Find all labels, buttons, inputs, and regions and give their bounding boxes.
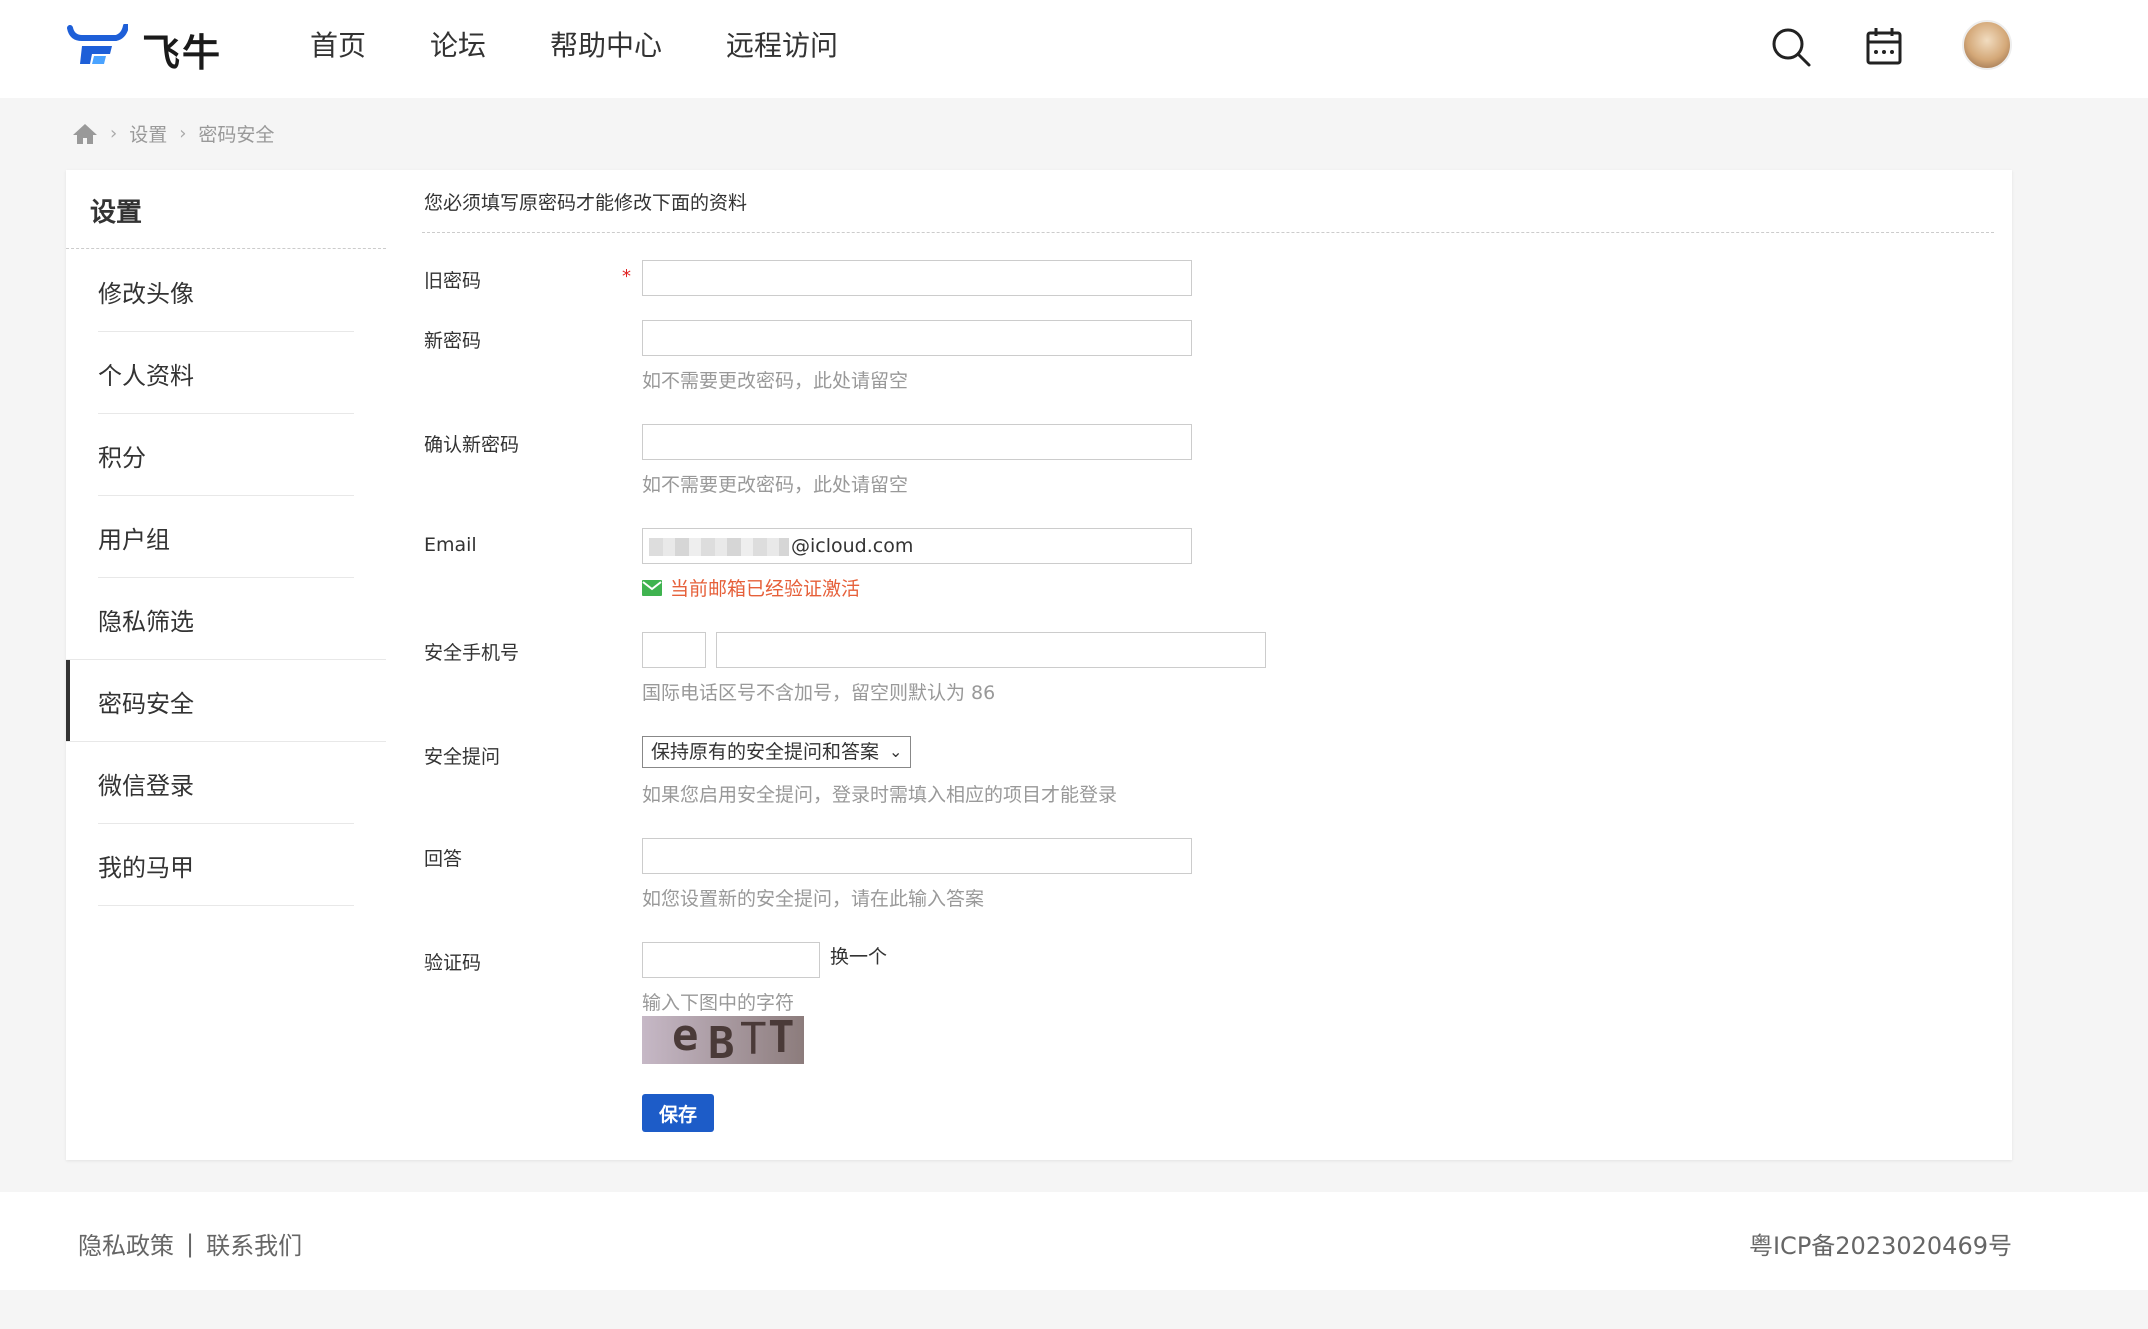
- search-icon[interactable]: [1770, 26, 1812, 68]
- sidebar-item-label: 修改头像: [98, 280, 194, 308]
- nav-remote-access[interactable]: 远程访问: [726, 26, 838, 66]
- sidebar-item-label: 微信登录: [98, 772, 194, 800]
- new-password-input[interactable]: [642, 320, 1192, 356]
- captcha-char: e: [672, 1016, 699, 1061]
- sidebar-item-wechat-login[interactable]: 微信登录: [66, 742, 386, 824]
- sidebar-item-label: 隐私筛选: [98, 608, 194, 636]
- bull-logo-icon: [67, 24, 128, 64]
- security-question-label: 安全提问: [424, 746, 501, 768]
- security-question-select[interactable]: 保持原有的安全提问和答案 ⌄: [642, 736, 912, 768]
- email-field[interactable]: @icloud.com: [642, 528, 1192, 564]
- page-footer: 隐私政策 | 联系我们 粤ICP备2023020469号: [0, 1192, 2148, 1290]
- captcha-char: T: [740, 1016, 767, 1064]
- sidebar-item-profile[interactable]: 个人资料: [66, 332, 386, 414]
- breadcrumb-password-security: 密码安全: [198, 124, 275, 146]
- user-avatar[interactable]: [1962, 20, 2012, 70]
- area-code-input[interactable]: [642, 632, 706, 668]
- captcha-char: B: [708, 1018, 735, 1064]
- footer-links: 隐私政策 | 联系我们: [78, 1226, 302, 1261]
- confirm-password-hint: 如不需要更改密码，此处请留空: [642, 474, 909, 496]
- captcha-hint: 输入下图中的字符: [642, 992, 795, 1014]
- confirm-password-label: 确认新密码: [424, 434, 520, 456]
- home-icon[interactable]: [72, 123, 98, 145]
- brand-name: 飞牛: [142, 30, 223, 75]
- footer-contact-us-link[interactable]: 联系我们: [206, 1226, 302, 1261]
- sidebar-item-usergroup[interactable]: 用户组: [66, 496, 386, 578]
- sidebar-item-label: 用户组: [98, 526, 170, 554]
- sidebar-item-sockpuppet[interactable]: 我的马甲: [66, 824, 386, 906]
- phone-label: 安全手机号: [424, 642, 520, 664]
- security-question-selected: 保持原有的安全提问和答案: [651, 741, 880, 763]
- nav-help-center[interactable]: 帮助中心: [550, 26, 662, 66]
- old-password-input[interactable]: [642, 260, 1192, 296]
- breadcrumb-separator: ›: [110, 123, 118, 144]
- phone-hint: 国际电话区号不含加号，留空则默认为 86: [642, 682, 996, 704]
- captcha-input[interactable]: [642, 942, 820, 978]
- footer-privacy-policy-link[interactable]: 隐私政策: [78, 1226, 174, 1261]
- answer-hint: 如您设置新的安全提问，请在此输入答案: [642, 888, 985, 910]
- save-button[interactable]: 保存: [642, 1094, 714, 1132]
- calendar-icon[interactable]: [1864, 26, 1906, 68]
- sidebar-item-label: 我的马甲: [98, 854, 194, 882]
- redacted-email-prefix: [649, 537, 789, 556]
- form-divider: [422, 232, 1994, 233]
- security-question-hint: 如果您启用安全提问，登录时需填入相应的项目才能登录: [642, 784, 1118, 806]
- sidebar-divider: [66, 248, 386, 249]
- captcha-image[interactable]: e B T T: [642, 1016, 804, 1064]
- form-title: 您必须填写原密码才能修改下面的资料: [424, 192, 748, 214]
- settings-card: 设置 修改头像 个人资料 积分 用户组 隐私筛选 密码安全 微信登录 我的马甲 …: [66, 170, 2012, 1160]
- brand-logo[interactable]: 飞牛: [66, 22, 226, 76]
- chevron-down-icon: ⌄: [889, 742, 903, 761]
- main-nav: 首页 论坛 帮助中心 远程访问: [310, 26, 902, 66]
- answer-input[interactable]: [642, 838, 1192, 874]
- answer-label: 回答: [424, 848, 463, 870]
- sidebar-title: 设置: [90, 198, 143, 228]
- sidebar-item-avatar[interactable]: 修改头像: [66, 250, 386, 332]
- new-password-label: 新密码: [424, 330, 482, 352]
- captcha-refresh-link[interactable]: 换一个: [830, 942, 887, 969]
- nav-home[interactable]: 首页: [310, 26, 366, 66]
- required-mark: *: [622, 266, 631, 287]
- sidebar-item-privacy[interactable]: 隐私筛选: [66, 578, 386, 660]
- sidebar-item-label: 积分: [98, 444, 146, 472]
- captcha-char: T: [768, 1016, 795, 1063]
- confirm-password-input[interactable]: [642, 424, 1192, 460]
- breadcrumb: › 设置 › 密码安全: [72, 120, 274, 147]
- email-label: Email: [424, 534, 477, 556]
- nav-forum[interactable]: 论坛: [430, 26, 486, 66]
- sidebar-item-label: 密码安全: [98, 690, 194, 718]
- email-value: @icloud.com: [791, 535, 914, 557]
- email-verified-text: 当前邮箱已经验证激活: [670, 578, 861, 600]
- sidebar-item-password-security[interactable]: 密码安全: [66, 660, 386, 742]
- top-header: 飞牛 首页 论坛 帮助中心 远程访问: [0, 0, 2148, 98]
- icp-license[interactable]: 粤ICP备2023020469号: [1749, 1226, 2012, 1261]
- breadcrumb-separator: ›: [179, 123, 187, 144]
- sidebar-item-label: 个人资料: [98, 362, 194, 390]
- phone-number-input[interactable]: [716, 632, 1266, 668]
- breadcrumb-settings[interactable]: 设置: [129, 120, 167, 147]
- email-verified-status: 当前邮箱已经验证激活: [642, 574, 860, 601]
- footer-divider: |: [186, 1229, 195, 1258]
- captcha-label: 验证码: [424, 952, 482, 974]
- sidebar-item-points[interactable]: 积分: [66, 414, 386, 496]
- mail-icon: [642, 579, 662, 596]
- new-password-hint: 如不需要更改密码，此处请留空: [642, 370, 909, 392]
- old-password-label: 旧密码: [424, 270, 482, 292]
